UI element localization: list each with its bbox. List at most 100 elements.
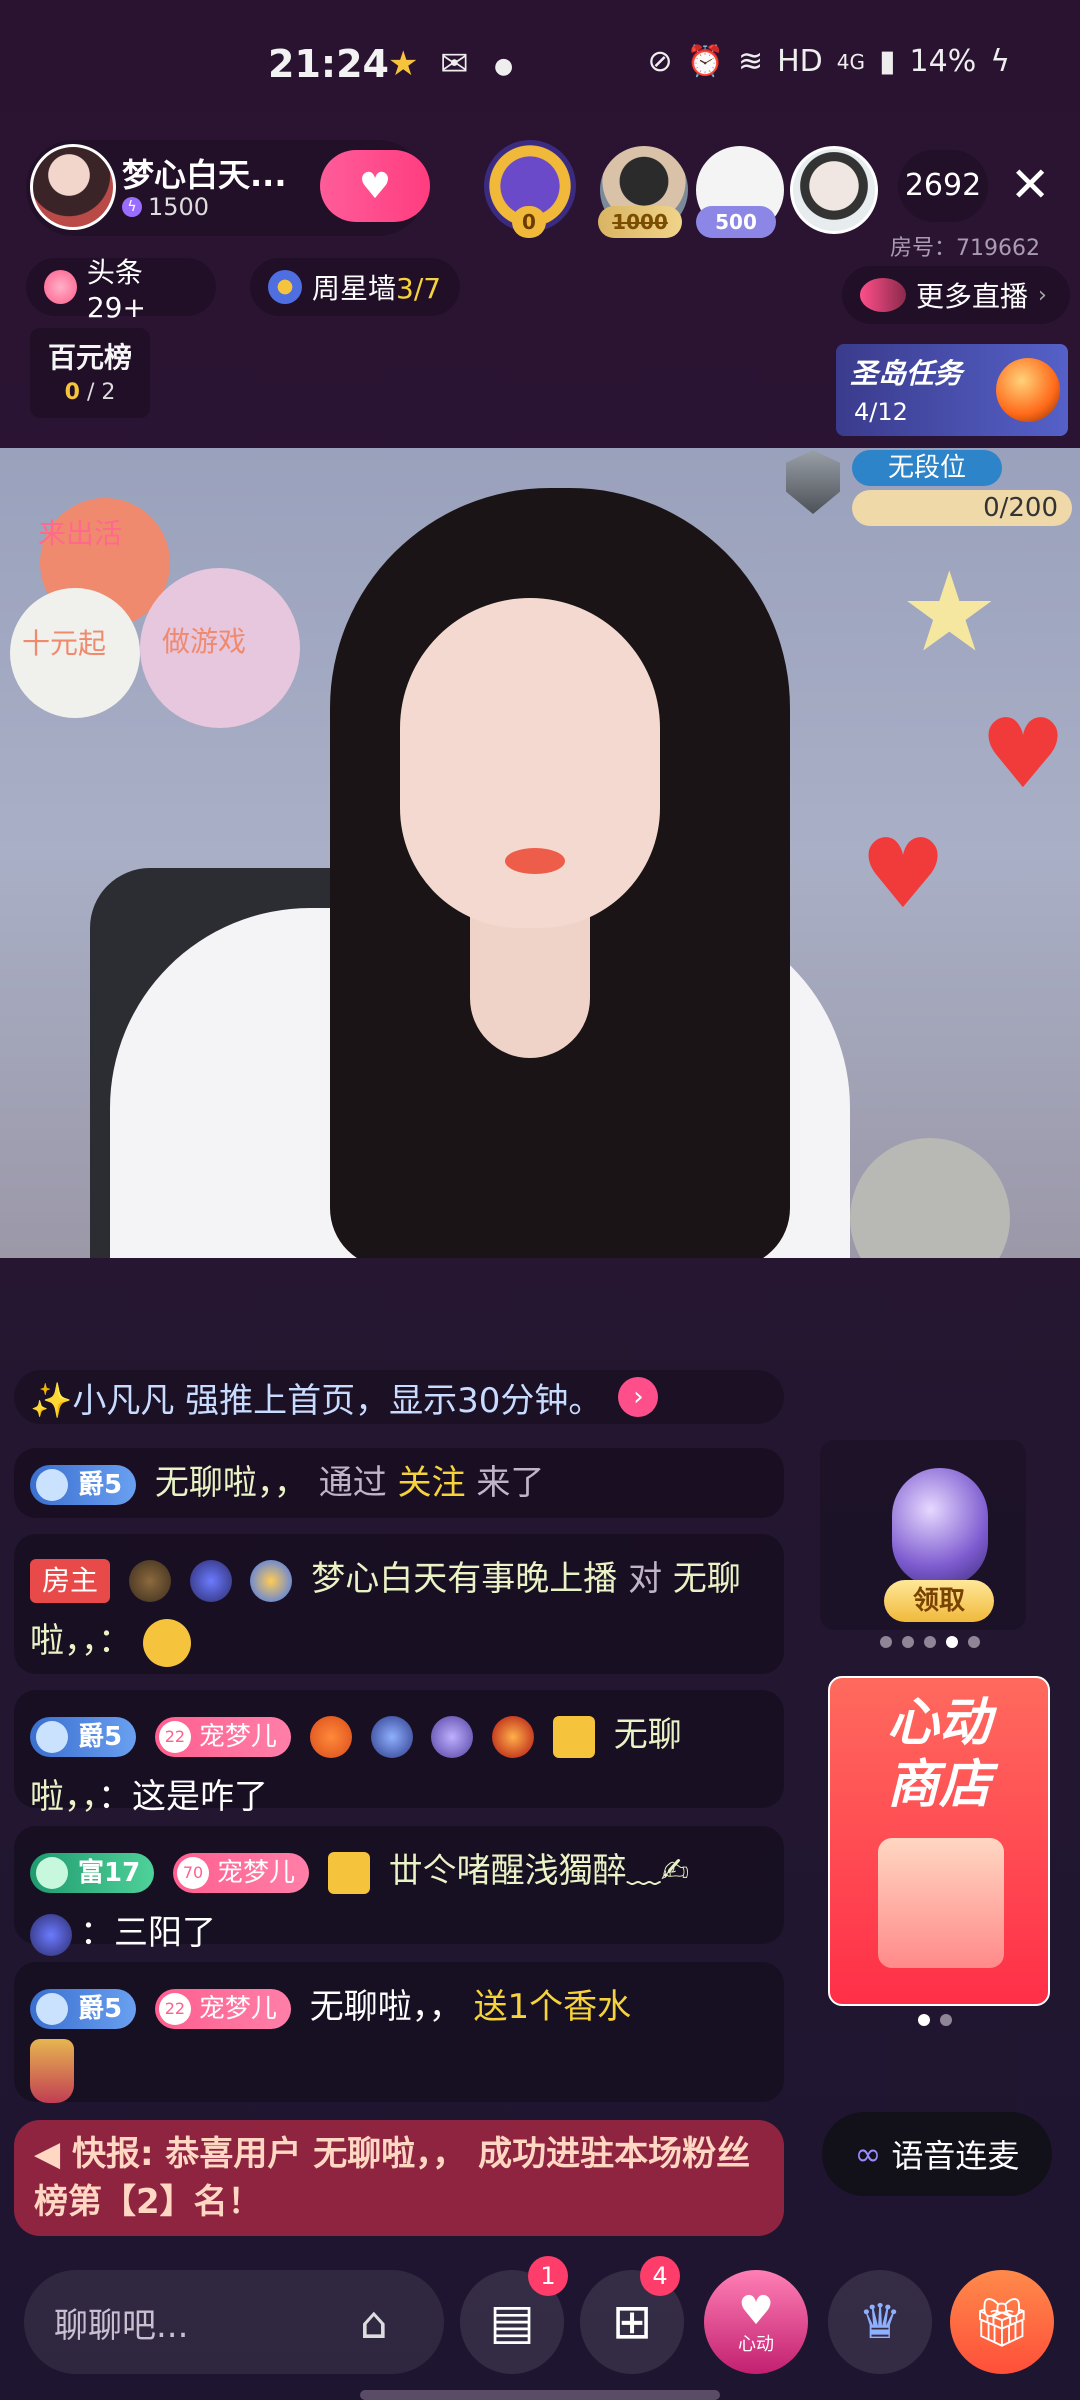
island-task-card[interactable]: 圣岛任务 4/12 (836, 344, 1068, 436)
task-title: 圣岛任务 (850, 357, 963, 390)
link-icon: ∞ (854, 2135, 882, 2173)
battery-text: 14% (909, 44, 977, 79)
balloon-text-3: 做游戏 (162, 625, 247, 658)
streamer-face (400, 598, 660, 928)
perfume-icon (30, 2038, 74, 2103)
task-progress: 4/12 (854, 398, 908, 426)
apps-count-badge: 4 (640, 2256, 680, 2296)
chat-placeholder: 聊聊吧... (54, 2305, 189, 2346)
viewer-badge-2: 1000 (598, 206, 682, 238)
pet-badge: 宠梦儿 (154, 1716, 291, 1757)
board-current: 0 (64, 380, 80, 405)
noble-badge: 爵5 (30, 1716, 137, 1757)
close-icon[interactable]: ✕ (1010, 155, 1050, 215)
message-icon: ▤ (489, 2294, 535, 2350)
host-badge: 房主 (30, 1558, 111, 1603)
viewer-badge-3: 500 (696, 206, 776, 238)
medal-icon (250, 1559, 293, 1602)
viewer-avatar-4[interactable] (790, 146, 878, 234)
page-dot (940, 2014, 952, 2026)
flame-icon (44, 270, 77, 304)
task-orb-icon (996, 358, 1060, 422)
mute-icon: ⊘ (647, 44, 673, 79)
chat-username[interactable]: 无聊啦，， (155, 1463, 308, 1503)
board-progress: 0 / 2 (30, 380, 150, 405)
gift-button[interactable]: 🎁︎ (950, 2270, 1054, 2374)
gift-icon: 🎁︎ (971, 2294, 1033, 2351)
chat-message: 房主 梦心白天有事晚上播 对 无聊啦，，： (14, 1534, 784, 1674)
heartbeat-button[interactable]: ♥ 心动 (704, 2270, 808, 2374)
grid-icon: ⊞ (611, 2294, 653, 2350)
host-name: 梦心白天... (122, 156, 287, 194)
sofa-icon[interactable]: ⌂ (360, 2298, 388, 2349)
medal-icon (552, 1715, 595, 1758)
dot-icon: ● (494, 54, 514, 79)
balloon-text-1: 来出活 (38, 517, 123, 550)
host-avatar[interactable] (30, 144, 116, 230)
chat-message: 爵5 宠梦儿 无聊啦，，：这是咋了 (14, 1690, 784, 1817)
viewer-badge-1: 0 (512, 206, 546, 238)
wechat-icon: ✉ (440, 44, 469, 84)
flash-announcement: ◀ 快报: 恭喜用户 无聊啦，， 成功进驻本场粉丝榜第【2】名！ (14, 2120, 784, 2236)
hundred-yuan-board[interactable]: 百元榜 0 / 2 (30, 328, 150, 418)
chevron-right-icon[interactable]: › (618, 1377, 659, 1417)
chat-message: 富17 宠梦儿 丗仒啫醒浅獨醉﹏✍ ：三阳了 (14, 1826, 784, 1956)
star-decoration-icon: ★ (900, 548, 999, 676)
pet-badge: 宠梦儿 (154, 1988, 291, 2029)
rank-label: 无段位 (852, 450, 1002, 486)
chat-text: ：三阳了 (80, 1913, 216, 1953)
room-id: 房号：719662 (890, 236, 1040, 261)
home-indicator[interactable] (360, 2390, 720, 2400)
chat-action: 关注 (397, 1463, 466, 1503)
live-video[interactable]: 来出活 十元起 做游戏 ★ ♥ ♥ (0, 448, 1080, 1258)
follow-button[interactable]: ♥ (320, 150, 430, 222)
medal-icon (189, 1559, 232, 1602)
wealth-badge: 富17 (30, 1852, 155, 1893)
medal-icon (30, 1913, 72, 1956)
weekstar-prefix: 周星墙 (312, 272, 397, 305)
chat-text: 来了 (476, 1463, 545, 1503)
more-live-button[interactable]: 更多直播 › (842, 266, 1070, 324)
speaker-icon: ◀ (34, 2134, 61, 2174)
headline-pill[interactable]: 头条29+ (26, 256, 216, 324)
shop-title-line-1: 心动 (886, 1693, 991, 1753)
chat-username[interactable]: 丗仒啫醒浅獨醉﹏✍ (389, 1851, 690, 1891)
board-total: / 2 (86, 380, 116, 405)
chat-username[interactable]: 无聊啦，， (310, 1987, 463, 2027)
vip-button[interactable]: ♛ (828, 2270, 932, 2374)
heart-shop-card[interactable]: 心动 商店 (828, 1676, 1050, 2006)
status-time: 21:24 (268, 42, 389, 86)
claim-button[interactable]: 领取 (884, 1580, 994, 1622)
chat-text: 通过 (318, 1463, 387, 1503)
promo-bar[interactable]: ✨小凡凡 强推上首页，显示30分钟。 › (14, 1370, 784, 1424)
page-dot (968, 1636, 980, 1648)
message-count-badge: 1 (528, 2256, 568, 2296)
shop-page-dots (918, 2014, 952, 2026)
hd-label: HD (777, 44, 823, 79)
page-dot (880, 1636, 892, 1648)
chat-username[interactable]: 梦心白天有事晚上播 (311, 1559, 617, 1599)
voice-link-button[interactable]: ∞ 语音连麦 (822, 2112, 1052, 2196)
weekstar-pill[interactable]: 周星墙3/7 (250, 258, 460, 316)
rank-progress: 0/200 (852, 490, 1072, 526)
voice-link-label: 语音连麦 (891, 2137, 1020, 2175)
live-icon (860, 278, 906, 312)
medal-icon (327, 1851, 370, 1894)
more-live-label: 更多直播 (916, 280, 1029, 313)
heart-decoration-icon: ♥ (980, 698, 1067, 810)
announcement-text: 快报: 恭喜用户 无聊啦，， 成功进驻本场粉丝榜第【2】名！ (34, 2134, 751, 2222)
heart-icon: ♥ (738, 2288, 774, 2334)
streamer-lips (505, 848, 565, 874)
weekstar-icon (268, 270, 302, 304)
viewer-total[interactable]: 2692 (898, 150, 988, 222)
chat-message: 爵5 宠梦儿 无聊啦，， 送1个香水 (14, 1962, 784, 2103)
egg-page-dots (880, 1636, 980, 1648)
page-dot-active (946, 1636, 958, 1648)
status-bar: 21:24 ★ ✉ ● ⊘ ⏰ ≋ HD 4G ▮ 14% ϟ (0, 0, 1080, 130)
crown-icon: ♛ (858, 2294, 902, 2350)
host-popularity: ϟ 1500 (122, 193, 209, 221)
bolt-icon: ϟ (122, 197, 142, 217)
weekstar-value: 3/7 (396, 272, 442, 305)
medal-icon (370, 1715, 413, 1758)
weekstar-label: 周星墙3/7 (312, 267, 441, 307)
